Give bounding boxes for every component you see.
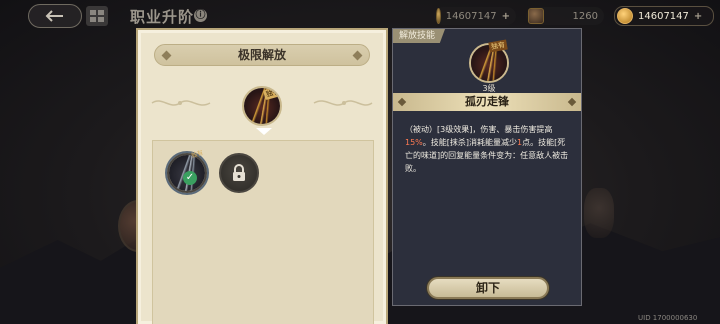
scroll-ornament-right-icon [313,100,373,106]
currency-gold[interactable]: 14607147 + [614,6,714,26]
exclusive-badge: 独有 [190,149,204,160]
check-icon: ✓ [183,171,197,185]
skill-list: ✓ 独有 [152,140,374,324]
skill-detail-panel: 解放技能 独有 3级 孤刃走锋 （被动）[3级效果]，伤害、暴击伤害提高15%。… [392,28,582,306]
diamond-ornament-icon [161,50,172,61]
skill-option-claw[interactable]: ✓ [167,153,207,193]
coin-icon [436,8,441,24]
skill-description: （被动）[3级效果]，伤害、暴击伤害提高15%。技能[抹杀]消耗能量减少1点。技… [405,123,571,175]
skill-name: 孤刃走锋 [465,95,509,108]
skill-option-locked[interactable] [219,153,259,193]
skill-name-bar: 孤刃走锋 [393,93,581,111]
currency-gold-dim[interactable]: 14607147 + [434,7,516,25]
diamond-ornament-icon [397,97,407,107]
currency-value: 14607147 [445,10,497,22]
desc-highlight-percent: 15% [405,138,423,147]
panel-title: 极限解放 [237,48,286,62]
back-button[interactable] [28,4,82,28]
selection-pointer-icon [256,128,272,135]
back-arrow-icon [45,10,63,22]
coin-icon [617,8,633,24]
unequip-button[interactable]: 卸下 [427,277,549,299]
add-icon[interactable]: + [502,11,510,22]
diamond-ornament-icon [567,97,577,107]
background-character-right [584,188,614,238]
panel-header: 极限解放 [154,44,370,66]
lock-icon [233,164,245,181]
diamond-ornament-icon [352,50,363,61]
currency-value: 14607147 [638,10,689,22]
currency-material: 1260 [526,7,604,25]
limit-release-panel: 极限解放 独有 ✓ 独有 [136,28,388,324]
home-grid-icon[interactable] [86,6,108,26]
page-title: 职业升阶 [130,8,195,26]
material-icon [528,8,544,24]
user-id: UID 1700000630 [638,314,698,322]
desc-text: （被动）[3级效果]，伤害、暴击伤害提高 [405,125,553,134]
add-icon[interactable]: + [694,11,702,22]
desc-text: 。技能[抹杀]消耗能量减少 [422,138,518,147]
info-icon[interactable]: ⓘ [194,9,207,22]
detail-tab: 解放技能 [393,29,446,43]
currency-value: 1260 [572,10,598,22]
scroll-ornament-left-icon [151,100,211,106]
equipped-skill-slot[interactable]: 独有 [242,86,282,126]
